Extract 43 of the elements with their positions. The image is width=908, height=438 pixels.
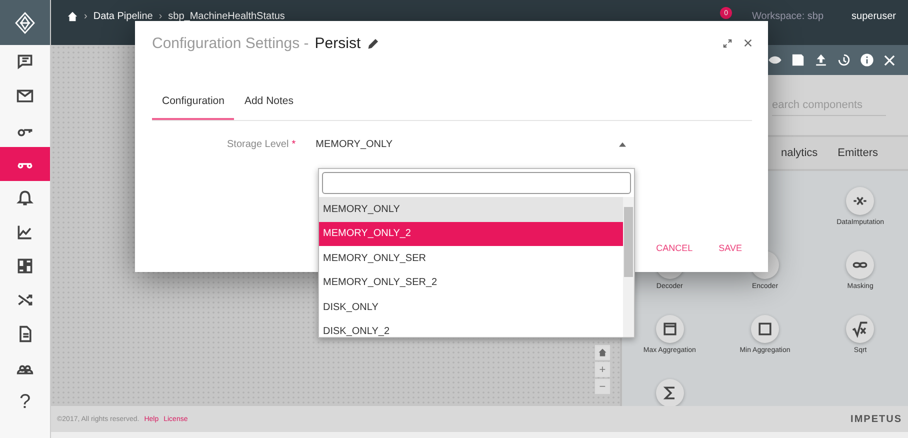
home-icon[interactable] — [67, 11, 78, 22]
component-icon[interactable] — [846, 251, 874, 279]
dialog-button[interactable]: SAVE — [708, 239, 752, 257]
dialog-title: Configuration Settings - — [152, 34, 309, 52]
help-button[interactable]: ? — [0, 385, 50, 419]
component-icon[interactable] — [656, 379, 684, 406]
history-icon[interactable] — [837, 53, 851, 67]
component-icon[interactable] — [846, 315, 874, 343]
pencil-icon[interactable] — [366, 36, 380, 50]
dropdown-option[interactable]: DISK_ONLY — [319, 295, 623, 320]
expand-icon[interactable] — [723, 38, 732, 48]
upload-icon[interactable] — [814, 53, 828, 67]
scrollbar[interactable] — [623, 197, 634, 337]
component-name: Persist — [314, 34, 361, 52]
company-logo: IMPETUS — [850, 414, 902, 424]
dropdown-option[interactable]: MEMORY_ONLY_SER_2 — [319, 270, 623, 295]
category-tab[interactable]: nalytics — [780, 147, 818, 159]
user-menu[interactable]: superuser — [852, 11, 896, 22]
dialog-tab[interactable]: Add Notes — [234, 89, 304, 120]
component-icon[interactable] — [750, 315, 779, 343]
chevron-icon: › — [84, 11, 88, 22]
required-mark: * — [292, 139, 296, 150]
logo-icon[interactable] — [0, 0, 50, 45]
storage-level-select[interactable]: MEMORY_ONLY — [316, 139, 626, 150]
field-label: Storage Level — [227, 139, 289, 150]
dropdown-option[interactable]: DISK_ONLY_2 — [319, 320, 623, 337]
filter-field[interactable] — [322, 172, 631, 194]
category-tab[interactable]: Emitters — [838, 147, 878, 159]
breadcrumb-link[interactable]: Data Pipeline — [93, 11, 153, 22]
save-icon[interactable] — [791, 53, 805, 67]
chevron-icon: › — [158, 11, 162, 22]
dialog-tab[interactable]: Configuration — [152, 89, 234, 120]
info-icon[interactable] — [860, 53, 874, 67]
component-icon[interactable] — [656, 315, 684, 343]
dialog-button[interactable]: CANCEL — [646, 239, 703, 257]
breadcrumb-link[interactable]: sbp_MachineHealthStatus — [168, 11, 285, 22]
close-icon[interactable] — [744, 39, 752, 47]
dropdown-option[interactable]: MEMORY_ONLY — [319, 197, 623, 222]
workspace-menu[interactable]: Workspace: sbp — [752, 11, 824, 22]
component-icon[interactable] — [846, 187, 874, 215]
dropdown-option[interactable]: MEMORY_ONLY_SER — [319, 246, 623, 270]
search-field[interactable]: earch components — [772, 94, 886, 116]
dropdown-option[interactable]: MEMORY_ONLY_2 — [319, 222, 623, 246]
